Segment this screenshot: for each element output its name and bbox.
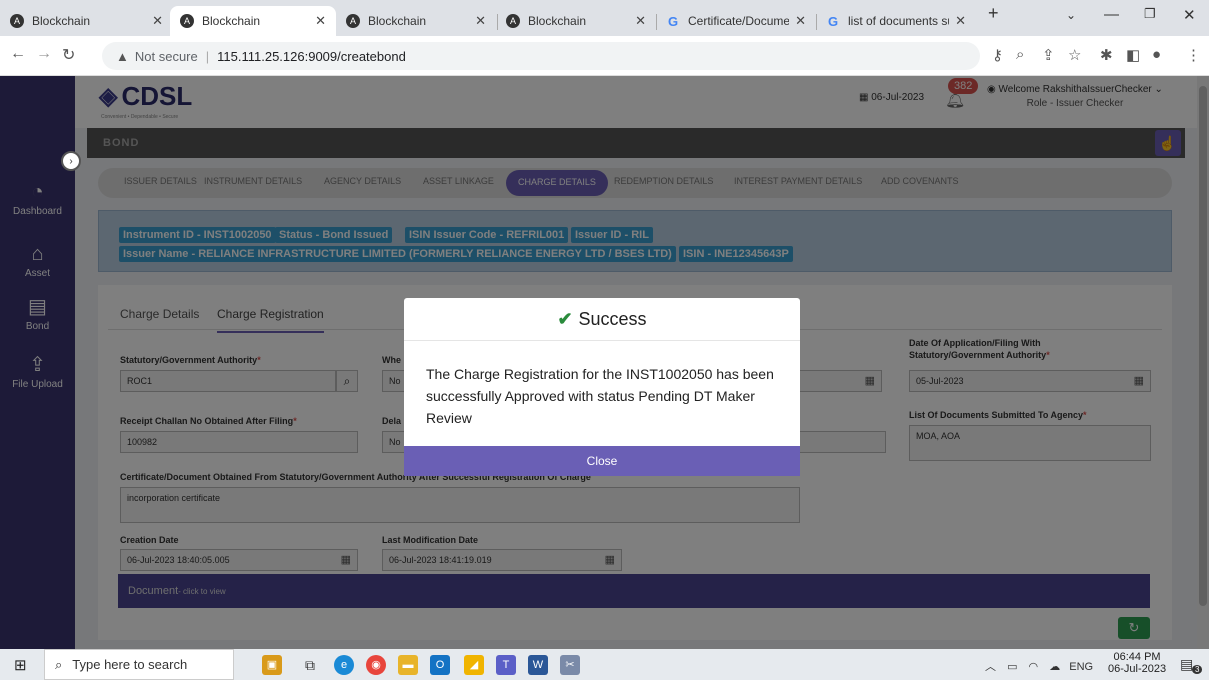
snipping-tool-icon[interactable]: ✂ (560, 655, 580, 675)
outlook-icon[interactable]: O (430, 655, 450, 675)
modal-message: The Charge Registration for the INST1002… (426, 366, 774, 426)
menu-icon[interactable]: ⋮ (1186, 46, 1201, 64)
notification-count-badge: 3 (1192, 665, 1203, 674)
close-tab-icon[interactable]: ✕ (955, 13, 966, 29)
taskbar-search-box[interactable]: ⌕ Type here to search (44, 649, 234, 680)
browser-tab-active[interactable]: A Blockchain ✕ (170, 6, 336, 36)
close-tab-icon[interactable]: ✕ (795, 13, 806, 29)
chevron-up-icon[interactable]: ︿ (985, 661, 996, 673)
browser-tab[interactable]: A Blockchain ✕ (496, 6, 656, 36)
browser-tab[interactable]: A Blockchain ✕ (336, 6, 496, 36)
windows-start-icon[interactable]: ⊞ (14, 656, 27, 674)
side-panel-icon[interactable]: ◧ (1126, 46, 1140, 64)
bookmark-star-icon[interactable]: ☆ (1068, 46, 1081, 64)
browser-tab[interactable]: G Certificate/Document ✕ (656, 6, 816, 36)
close-button[interactable]: Close (404, 446, 800, 476)
browser-tab[interactable]: Glist of documents sub✕ (816, 6, 976, 36)
network-icon[interactable]: ▭ (1007, 661, 1017, 673)
address-bar-row: ← → ↻ ▲ Not secure | 115.111.25.126:9009… (0, 36, 1209, 76)
chrome-icon[interactable]: ◉ (366, 655, 386, 675)
app-favicon-icon: A (180, 14, 194, 28)
forward-icon[interactable]: → (36, 45, 52, 63)
app-favicon-icon: A (506, 14, 520, 28)
app-favicon-icon: A (346, 14, 360, 28)
close-tab-icon[interactable]: ✕ (475, 13, 486, 29)
modal-title: Success (578, 308, 647, 329)
close-tab-icon[interactable]: ✕ (635, 13, 646, 29)
edge-icon[interactable]: e (334, 655, 354, 675)
back-icon[interactable]: ← (10, 45, 26, 63)
wifi-icon[interactable]: ◠ (1029, 661, 1039, 673)
success-modal: ✔ Success The Charge Registration for the… (404, 298, 800, 476)
app-viewport: ◔Dashboard ⌂Asset ▤Bond ⇪File Upload › ◈… (0, 76, 1209, 649)
browser-tab-strip: A Blockchain ✕ A Blockchain ✕ A Blockchain ✕ A… (0, 0, 1209, 36)
windows-taskbar: ⊞ ⌕ Type here to search ▣ ⧉ e ◉ ▬ O ◢ T W… (0, 649, 1209, 680)
modal-header: ✔ Success (404, 298, 800, 341)
check-icon: ✔ (557, 308, 573, 329)
close-window-icon[interactable]: ✕ (1183, 6, 1196, 24)
url-text[interactable]: 115.111.25.126:9009/createbond (217, 49, 406, 64)
not-secure-label[interactable]: Not secure (135, 49, 198, 64)
word-icon[interactable]: W (528, 655, 548, 675)
sidebar-toggle-icon[interactable]: › (61, 151, 81, 171)
warning-icon: ▲ (116, 48, 129, 64)
profile-icon[interactable]: ● (1152, 46, 1161, 63)
restore-icon[interactable]: ❐ (1144, 6, 1156, 22)
language-indicator[interactable]: ENG (1069, 661, 1093, 673)
key-icon[interactable]: ⚷ (992, 46, 1003, 64)
cloud-icon[interactable]: ☁ (1049, 661, 1060, 673)
sticky-notes-icon[interactable]: ◢ (464, 655, 484, 675)
search-icon: ⌕ (55, 656, 63, 672)
taskbar-clock[interactable]: 06:44 PM 06-Jul-2023 (1108, 651, 1166, 675)
task-view-icon[interactable]: ⧉ (300, 655, 320, 675)
tab-search-icon[interactable]: ⌄ (1066, 8, 1076, 22)
minimize-icon[interactable]: — (1104, 6, 1119, 23)
close-tab-icon[interactable]: ✕ (152, 13, 163, 29)
extensions-icon[interactable]: ✱ (1100, 46, 1113, 64)
google-favicon-icon: G (827, 13, 839, 29)
share-icon[interactable]: ⇪ (1042, 46, 1055, 64)
briefcase-app-icon[interactable]: ▣ (262, 655, 282, 675)
new-tab-icon[interactable]: + (988, 3, 999, 24)
google-favicon-icon: G (667, 13, 679, 29)
zoom-icon[interactable]: ⌕ (1016, 46, 1024, 63)
close-tab-icon[interactable]: ✕ (315, 13, 326, 29)
file-explorer-icon[interactable]: ▬ (398, 655, 418, 675)
reload-icon[interactable]: ↻ (62, 45, 75, 65)
url-bar[interactable]: ▲ Not secure | 115.111.25.126:9009/creat… (102, 42, 980, 70)
app-favicon-icon: A (10, 14, 24, 28)
system-tray: ︿ ▭ ◠ ☁ ENG (985, 658, 1093, 674)
teams-icon[interactable]: T (496, 655, 516, 675)
browser-tab[interactable]: A Blockchain ✕ (0, 6, 173, 36)
